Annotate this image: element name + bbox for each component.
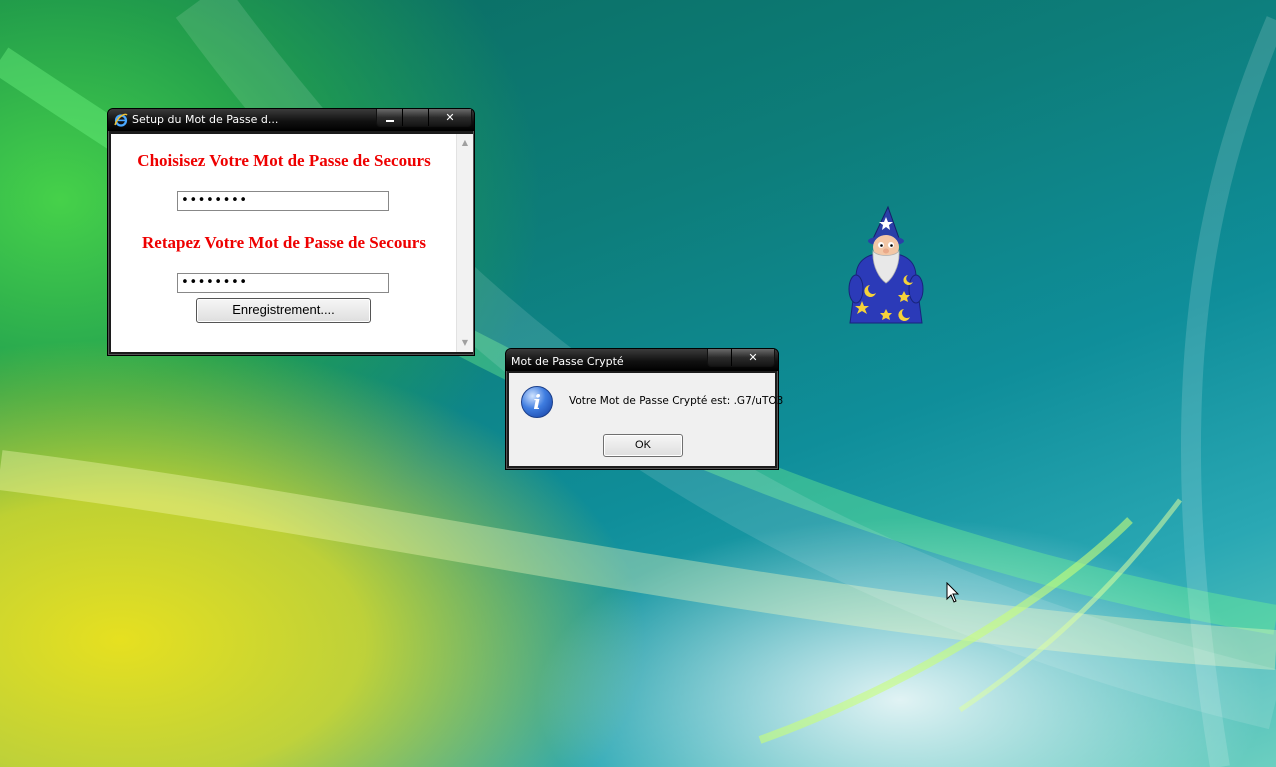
confirm-password-field[interactable]: •••••••• (177, 273, 389, 293)
message-client-area: i Votre Mot de Passe Crypté est: .G7/uTO… (509, 373, 783, 466)
maximize-button-disabled (403, 109, 429, 126)
close-icon: ✕ (748, 351, 758, 364)
wizard-assistant-icon[interactable] (842, 205, 930, 327)
setup-window: Setup du Mot de Passe d... ✕ Choisisez V… (107, 108, 475, 356)
setup-window-title: Setup du Mot de Passe d... (132, 113, 279, 126)
close-icon: ✕ (445, 111, 455, 124)
scroll-up-icon[interactable]: ▲ (457, 136, 473, 150)
mouse-cursor-icon (946, 582, 960, 603)
save-button[interactable]: Enregistrement.... (196, 298, 371, 323)
minimize-icon (385, 119, 394, 122)
message-box-title: Mot de Passe Crypté (511, 355, 624, 368)
close-button[interactable]: ✕ (429, 109, 471, 126)
message-title-bar[interactable]: Mot de Passe Crypté ✕ (506, 349, 778, 371)
setup-client-area: Choisisez Votre Mot de Passe de Secours … (111, 134, 473, 352)
message-close-button[interactable]: ✕ (732, 349, 774, 366)
ok-button[interactable]: OK (603, 434, 683, 457)
vertical-scrollbar[interactable]: ▲ ▼ (456, 134, 473, 352)
message-box-controls: ✕ (707, 349, 775, 367)
minimize-button[interactable] (377, 109, 403, 126)
setup-title-bar[interactable]: Setup du Mot de Passe d... ✕ (108, 109, 474, 131)
message-box: Mot de Passe Crypté ✕ i Votre Mot de Pas… (505, 348, 783, 470)
retype-password-heading: Retapez Votre Mot de Passe de Secours (142, 233, 426, 252)
ie-icon (114, 113, 128, 127)
choose-password-heading: Choisisez Votre Mot de Passe de Secours (137, 151, 431, 170)
setup-window-controls: ✕ (376, 109, 472, 127)
message-text: Votre Mot de Passe Crypté est: .G7/uTO3 (569, 395, 784, 407)
maximize-button-disabled (708, 349, 732, 366)
password-field[interactable]: •••••••• (177, 191, 389, 211)
information-icon: i (521, 386, 553, 418)
scroll-down-icon[interactable]: ▼ (457, 336, 473, 350)
